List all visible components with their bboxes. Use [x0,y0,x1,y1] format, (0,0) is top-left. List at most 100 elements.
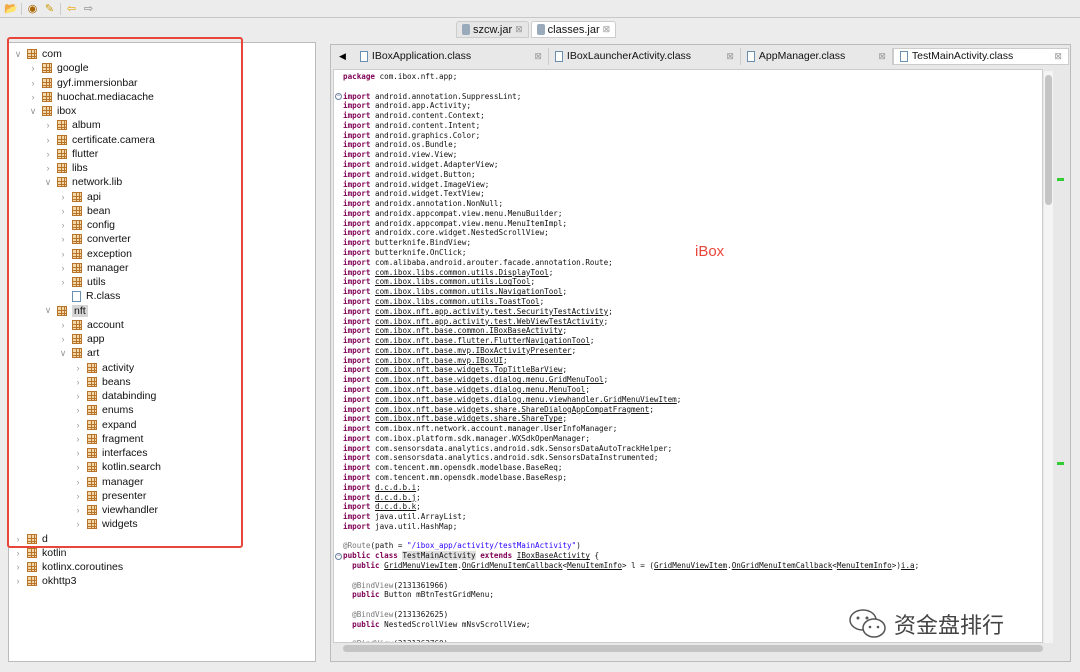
code-link[interactable]: OnGridMenuItemCallback [462,561,563,570]
open-type-icon[interactable]: ◉ [26,3,39,15]
back-icon[interactable]: ⇦ [65,3,78,15]
code-link[interactable]: MenuItemInfo [567,561,622,570]
forward-icon[interactable]: ⇨ [82,3,95,15]
tree-item-label: kotlin [42,546,67,559]
tree-item-kotlinx-coroutines[interactable]: › kotlinx.coroutines [13,560,124,574]
code-link[interactable]: GridMenuViewItem [654,561,727,570]
chevron-right-icon[interactable]: › [13,576,23,586]
code-text: (2131362625) [393,609,449,619]
code-line: import com.ibox.libs.common.utils.ToastT… [343,297,544,307]
code-text: ; [562,414,568,424]
fold-toggle-icon[interactable]: − [335,93,342,101]
code-link[interactable]: com.ibox.nft.app.activity.test.WebViewTe… [375,317,604,326]
code-keyword: import [343,433,371,443]
code-keyword: import [343,150,371,160]
tab-appmanager-class[interactable]: AppManager.class ⊠ [741,47,893,65]
horizontal-scrollbar[interactable] [343,645,1043,652]
vertical-scrollbar[interactable] [1044,71,1053,643]
tab-classes-jar[interactable]: classes.jar ⊠ [530,21,617,38]
chevron-right-icon[interactable]: › [13,548,23,558]
code-line: import com.ibox.nft.app.activity.test.We… [343,317,608,327]
search-icon[interactable]: ✎ [43,3,56,15]
code-link[interactable]: com.ibox.nft.base.widgets.share.ShareDia… [375,405,649,414]
tab-label: AppManager.class [758,50,846,62]
tab-iboxlauncheractivity-class[interactable]: IBoxLauncherActivity.class ⊠ [549,47,741,65]
highlight-box [7,37,243,548]
code-keyword: import [343,375,371,385]
code-line: public GridMenuViewItem.OnGridMenuItemCa… [343,561,919,571]
code-link[interactable]: d.c.d.b.j [375,493,416,502]
code-link[interactable]: com.ibox.libs.common.utils.LogTool [375,277,530,286]
code-link[interactable]: com.ibox.nft.base.widgets.dialog.menu.vi… [375,395,677,404]
package-icon [27,547,37,558]
scrollbar-thumb[interactable] [1045,75,1052,205]
close-icon[interactable]: ⊠ [515,24,523,35]
code-text: TestMainActivity [402,551,476,561]
code-keyword: import [343,492,371,502]
code-link[interactable]: GridMenuViewItem [384,561,457,570]
code-keyword: import [343,472,371,482]
code-link[interactable]: d.c.d.b.k [375,502,416,511]
code-line: import com.ibox.nft.base.widgets.TopTitl… [343,365,567,375]
tab-szcw-jar[interactable]: szcw.jar ⊠ [456,21,529,38]
code-keyword: import [343,316,371,326]
code-link[interactable]: IBoxBaseActivity [517,551,590,560]
code-link[interactable]: com.ibox.libs.common.utils.NavigationToo… [375,287,562,296]
code-link[interactable]: com.ibox.nft.base.mvp.IBoxUI [375,356,503,365]
open-file-icon[interactable]: 📂 [4,3,18,15]
tree-item-okhttp3[interactable]: › okhttp3 [13,574,77,588]
code-keyword: import [343,453,371,463]
code-link[interactable]: com.ibox.nft.app.activity.test.SecurityT… [375,307,608,316]
code-text: ; [530,277,536,287]
code-link[interactable]: com.ibox.nft.base.mvp.IBoxActivityPresen… [375,346,572,355]
code-annotation: @BindView [352,609,394,619]
code-line: public NestedScrollView mNsvScrollView; [343,620,530,630]
code-line: @BindView(2131362760) [343,639,448,642]
code-link[interactable]: MenuItemInfo [837,561,892,570]
code-line: import butterknife.OnClick; [343,248,466,258]
code-text: ; [676,394,682,404]
code-text: ; [603,375,609,385]
code-text: (2131362760) [393,639,448,642]
watermark: 资金盘排行 [848,608,1004,640]
code-line: import androidx.annotation.NonNull; [343,199,503,209]
overview-marker[interactable] [1057,462,1064,465]
close-icon[interactable]: ⊠ [726,51,734,62]
fold-toggle-icon[interactable]: − [335,552,342,560]
code-line: @BindView(2131362625) [343,610,448,620]
code-line: import androidx.appcompat.view.menu.Menu… [343,219,567,229]
close-icon[interactable]: ⊠ [878,51,886,62]
close-icon[interactable]: ⊠ [534,51,542,62]
code-link[interactable]: com.ibox.nft.base.widgets.share.ShareTyp… [375,414,562,423]
code-line: import com.ibox.nft.base.widgets.dialog.… [343,395,681,405]
tab-testmainactivity-class[interactable]: TestMainActivity.class ⊠ [892,47,1069,65]
code-text: ; [571,345,577,355]
code-keyword: import [343,111,371,121]
close-icon[interactable]: ⊠ [603,24,611,35]
code-text: NestedScrollView mNsvScrollView; [379,619,531,629]
code-text: ; [416,482,421,492]
overview-marker[interactable] [1057,178,1064,181]
scroll-tabs-left-icon[interactable]: ◀ [331,51,354,62]
code-link[interactable]: com.ibox.nft.base.flutter.FlutterNavigat… [375,336,590,345]
code-text: ; [416,502,421,512]
code-link[interactable]: com.ibox.libs.common.utils.DisplayTool [375,268,549,277]
wechat-icon [849,609,886,638]
code-keyword: import [343,160,371,170]
code-text: java.util.ArrayList; [370,512,467,522]
code-link[interactable]: i.a [901,561,915,570]
code-link[interactable]: com.ibox.libs.common.utils.ToastTool [375,297,540,306]
tab-iboxapplication-class[interactable]: IBoxApplication.class ⊠ [354,47,549,65]
code-link[interactable]: com.ibox.nft.base.common.IBoxBaseActivit… [375,326,562,335]
code-link[interactable]: d.c.d.b.i [375,483,416,492]
code-line: import com.ibox.nft.app.activity.test.Se… [343,307,613,317]
code-view[interactable]: package com.ibox.nft.app; − import android… [333,69,1043,643]
chevron-right-icon[interactable]: › [13,562,23,572]
code-keyword: package [343,72,376,81]
close-icon[interactable]: ⊠ [1054,51,1062,62]
code-link[interactable]: com.ibox.nft.base.widgets.dialog.menu.Gr… [375,375,604,384]
code-line: import androidx.core.widget.NestedScroll… [343,228,549,238]
code-link[interactable]: OnGridMenuItemCallback [732,561,833,570]
code-link[interactable]: com.ibox.nft.base.widgets.dialog.menu.Me… [375,385,585,394]
code-link[interactable]: com.ibox.nft.base.widgets.TopTitleBarVie… [375,365,562,374]
